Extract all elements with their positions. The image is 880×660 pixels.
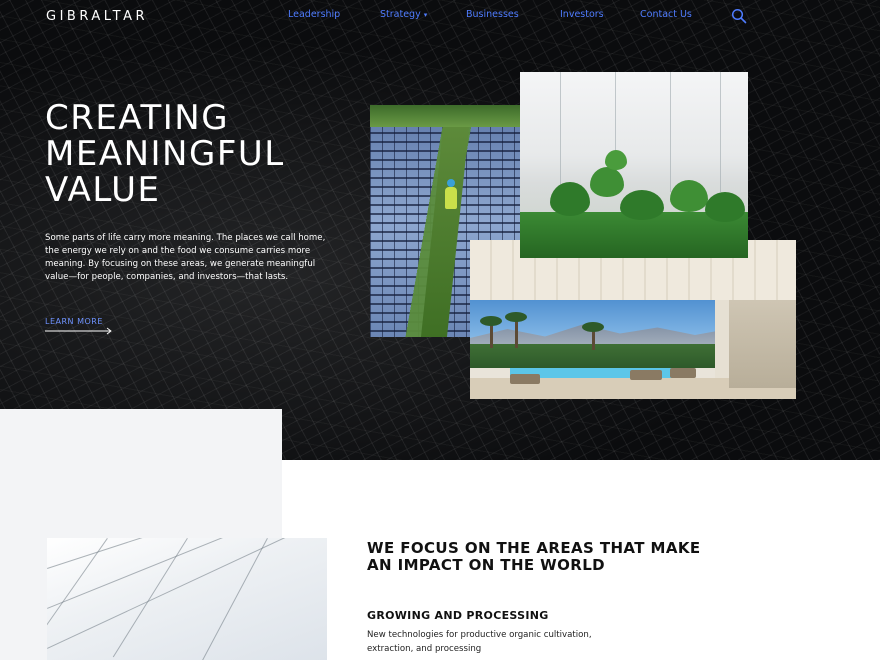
leaf	[605, 150, 627, 170]
roof-beam	[112, 538, 188, 658]
main-nav: Leadership Strategy ▾ Businesses Investor…	[0, 9, 880, 25]
hero-section: GIBRALTAR Leadership Strategy ▾ Businesse…	[0, 0, 880, 460]
nav-item-leadership[interactable]: Leadership	[288, 9, 340, 20]
glass-roof-image	[47, 538, 327, 660]
hero-title-line: MEANINGFUL	[45, 134, 285, 174]
greenhouse-beam	[720, 72, 721, 192]
greenhouse-beam	[670, 72, 671, 192]
roof-beam	[47, 538, 108, 646]
worker-helmet	[447, 179, 455, 187]
hero-title: CREATING MEANINGFUL VALUE	[45, 100, 355, 208]
leaf	[590, 167, 624, 197]
leaf	[705, 192, 745, 222]
grass-strip	[370, 105, 520, 127]
greenhouse-plants-image	[520, 72, 748, 258]
roof-beam	[201, 538, 268, 660]
leaf	[670, 180, 708, 212]
lounge-chair	[670, 368, 696, 378]
hero-title-line: CREATING	[45, 98, 230, 138]
search-icon[interactable]	[731, 8, 747, 24]
palm-frond	[582, 322, 604, 332]
hero-title-line: VALUE	[45, 170, 161, 210]
pillar	[715, 298, 729, 378]
focus-title-line: WE FOCUS ON THE AREAS THAT MAKE	[367, 539, 701, 557]
nav-item-label: Investors	[560, 9, 604, 20]
palm-trunk	[515, 318, 518, 348]
nav-item-label: Businesses	[466, 9, 519, 20]
nav-item-strategy[interactable]: Strategy ▾	[380, 9, 427, 20]
focus-title-line: AN IMPACT ON THE WORLD	[367, 556, 606, 574]
nav-item-contact-us[interactable]: Contact Us	[640, 9, 692, 20]
leaf	[550, 182, 590, 216]
palm-frond	[505, 312, 527, 322]
focus-subheading: GROWING AND PROCESSING	[367, 609, 549, 622]
wall	[729, 298, 796, 388]
focus-description-line: New technologies for productive organic …	[367, 630, 592, 640]
patio-pool-image	[470, 240, 796, 399]
nav-item-businesses[interactable]: Businesses	[466, 9, 519, 20]
leaf	[620, 190, 664, 220]
focus-description-line: extraction, and processing	[367, 644, 482, 654]
chevron-down-icon: ▾	[423, 11, 428, 19]
grass-path	[420, 127, 470, 337]
worker-figure	[445, 187, 457, 209]
roof-beam	[47, 538, 327, 609]
nav-item-label: Strategy	[380, 9, 421, 20]
focus-title: WE FOCUS ON THE AREAS THAT MAKE AN IMPAC…	[367, 540, 747, 574]
learn-more-link[interactable]: LEARN MORE	[45, 317, 103, 326]
greenhouse-beam	[560, 72, 561, 192]
arrow-right-icon[interactable]	[45, 327, 113, 335]
nav-item-investors[interactable]: Investors	[560, 9, 604, 20]
focus-description: New technologies for productive organic …	[367, 628, 657, 656]
lounge-chair	[630, 370, 662, 380]
nav-item-label: Contact Us	[640, 9, 692, 20]
palm-frond	[480, 316, 502, 326]
hero-description: Some parts of life carry more meaning. T…	[45, 233, 326, 282]
nav-item-label: Leadership	[288, 9, 341, 20]
lounge-chair	[510, 374, 540, 384]
